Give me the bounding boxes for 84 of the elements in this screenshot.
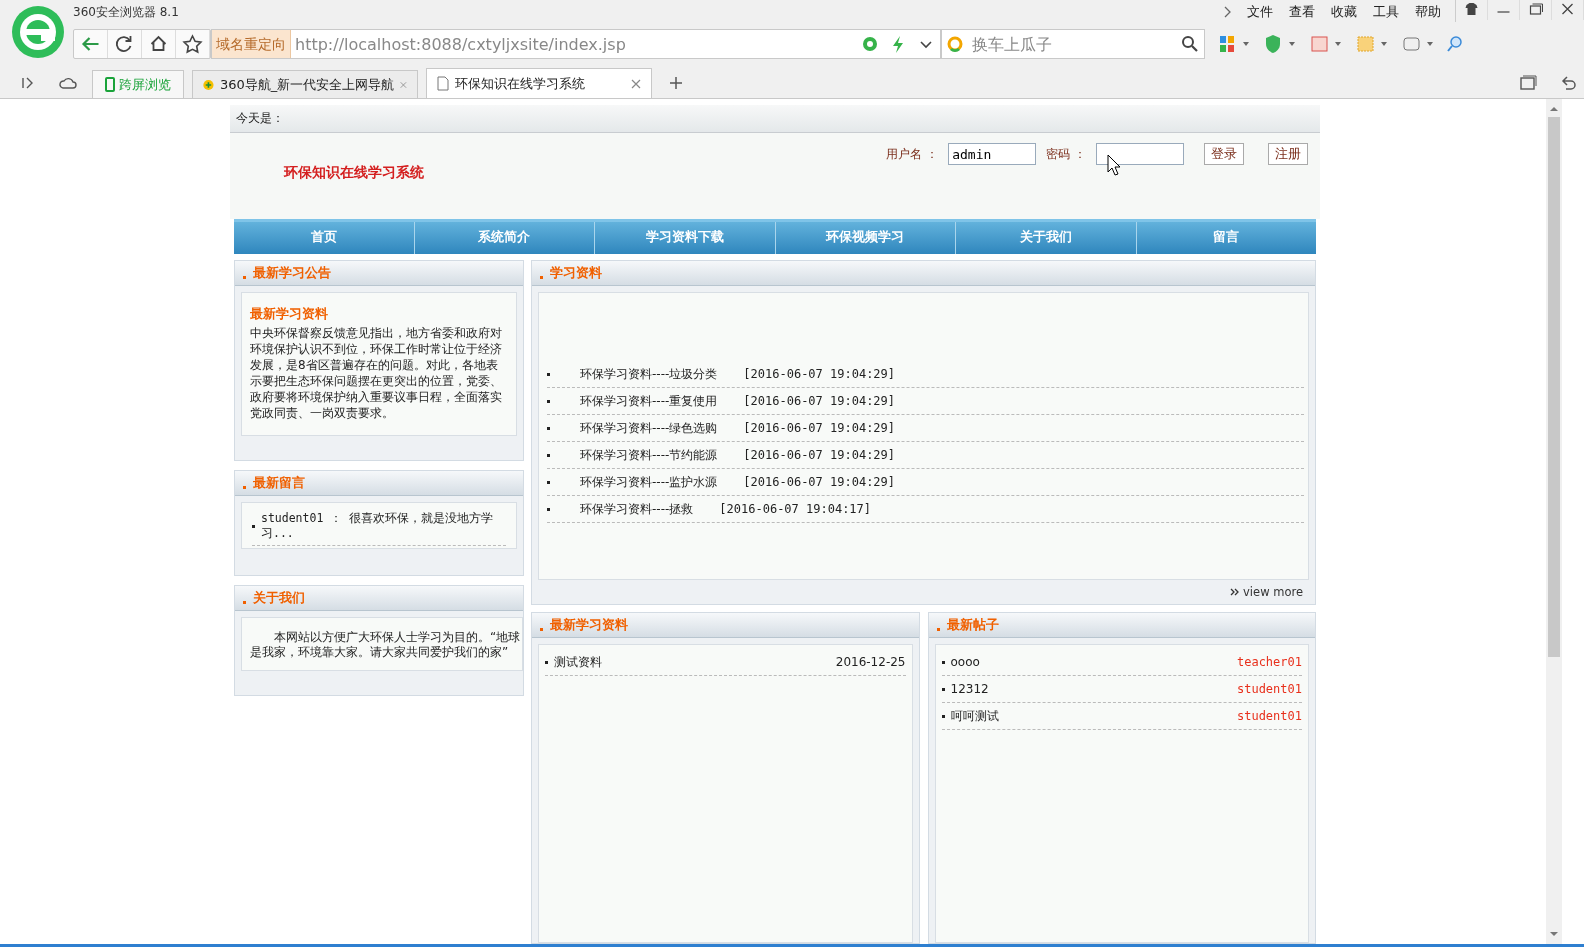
phone-icon xyxy=(105,77,115,92)
search-field[interactable]: 换车上瓜子 xyxy=(941,29,1205,59)
bullet-icon xyxy=(547,480,550,484)
menu-item[interactable]: 收藏 xyxy=(1331,3,1357,21)
notice-text: 中央环保督察反馈意见指出，地方省委和政府对环境保护认识不到位，环保工作时常让位于经济发展，是8省区普遍存在的问题。对此，各地表示要把生态环保问题摆在更突出的位置，党委、政府要将环境保护纳入重要议事日程，全面落实党政同责、一岗双责要求。 xyxy=(250,325,503,421)
bullet-icon xyxy=(547,507,550,511)
bullet-icon xyxy=(545,660,548,664)
tab-label: 360导航_新一代安全上网导航 xyxy=(219,75,395,94)
login-button[interactable]: 注册 xyxy=(1268,143,1308,165)
message-text[interactable]: student01 ： 很喜欢环保，就是没地方学习... xyxy=(261,511,506,541)
login-button[interactable]: 登录 xyxy=(1204,143,1244,165)
panel-title: 最新学习公告 xyxy=(253,264,331,282)
mouse-cursor-icon xyxy=(1107,154,1121,176)
material-time: [2016-06-07 19:04:17] xyxy=(719,502,872,516)
bullet-icon xyxy=(243,600,246,604)
bullet-icon xyxy=(941,714,945,718)
search-icon[interactable] xyxy=(1180,34,1200,54)
scroll-up-icon[interactable] xyxy=(1549,105,1559,113)
password-label: 密码 ： xyxy=(1046,145,1086,163)
double-chevron-icon xyxy=(1230,588,1240,596)
material-link[interactable]: 环保学习资料----监护水源 xyxy=(580,473,718,491)
bullet-icon xyxy=(243,275,246,279)
chevron-right-icon[interactable] xyxy=(1223,6,1231,18)
page-icon xyxy=(437,76,449,91)
menu-item[interactable]: 文件 xyxy=(1247,3,1273,21)
post-link[interactable]: oooo xyxy=(950,655,1231,669)
address-bar[interactable]: 域名重定向 http://localhost:8088/cxtyljxsite/index.jsp xyxy=(211,29,941,59)
bullet-icon xyxy=(540,275,543,279)
material-link[interactable]: 测试资料 xyxy=(554,653,830,671)
search-input[interactable]: 换车上瓜子 xyxy=(970,33,1176,55)
scroll-down-icon[interactable] xyxy=(1549,930,1559,938)
password-field[interactable] xyxy=(1096,143,1184,165)
date-bar: 今天是： xyxy=(230,105,1320,133)
bullet-icon xyxy=(941,660,945,664)
bullet-icon xyxy=(243,485,246,489)
magnifier-icon[interactable] xyxy=(1445,34,1465,54)
material-link[interactable]: 环保学习资料----绿色选购 xyxy=(580,419,718,437)
panel-title: 最新留言 xyxy=(253,474,305,492)
scrollbar[interactable] xyxy=(1546,99,1562,944)
about-text: 本网站以方便广大环保人士学习为目的。“地球是我家，环境靠大家。请大家共同爱护我们的家” xyxy=(250,630,522,660)
post-link[interactable]: 12312 xyxy=(950,682,1231,696)
bullet-icon xyxy=(547,426,550,430)
username-label: 用户名 ： xyxy=(886,145,939,163)
panel-title: 最新帖子 xyxy=(946,616,999,634)
bullet-icon xyxy=(936,627,940,631)
bullet-icon xyxy=(540,627,543,631)
url-text: http://localhost:8088/cxtyljxsite/index.jsp xyxy=(295,34,626,54)
browser-tab[interactable]: 环保知识在线学习系统 xyxy=(426,68,652,98)
redirect-badge: 域名重定向 xyxy=(212,30,291,58)
bullet-icon xyxy=(252,524,255,528)
username-field[interactable]: admin xyxy=(948,143,1037,165)
bullet-icon xyxy=(941,687,945,691)
window-title: 360安全浏览器 8.1 xyxy=(73,3,179,21)
material-link[interactable]: 环保学习资料----垃圾分类 xyxy=(580,365,718,383)
bullet-icon xyxy=(547,372,550,376)
menu-item[interactable]: 查看 xyxy=(1289,3,1315,21)
windows-icon[interactable] xyxy=(1518,73,1538,93)
material-link[interactable]: 环保学习资料----拯救 xyxy=(580,500,694,518)
panel-title: 学习资料 xyxy=(550,264,602,282)
panel-title: 最新学习资料 xyxy=(550,616,628,634)
browser-tab[interactable]: 360导航_新一代安全上网导航 xyxy=(192,70,418,98)
menu-item[interactable]: 帮助 xyxy=(1415,3,1441,21)
post-link[interactable]: 呵呵测试 xyxy=(950,707,1231,725)
material-time: [2016-06-07 19:04:29] xyxy=(743,421,896,435)
material-time: [2016-06-07 19:04:29] xyxy=(743,475,896,489)
post-author: student01 xyxy=(1236,682,1302,696)
browser-logo-icon xyxy=(11,5,65,59)
material-time: [2016-06-07 19:04:29] xyxy=(743,394,896,408)
tab-label: 环保知识在线学习系统 xyxy=(455,74,586,93)
post-author: teacher01 xyxy=(1236,655,1302,669)
close-icon[interactable] xyxy=(631,78,641,89)
menu-item[interactable]: 工具 xyxy=(1373,3,1399,21)
material-link[interactable]: 环保学习资料----节约能源 xyxy=(580,446,718,464)
view-more-link[interactable]: view more xyxy=(1230,585,1303,599)
panel-title: 关于我们 xyxy=(253,589,305,607)
material-link[interactable]: 环保学习资料----重复使用 xyxy=(580,392,718,410)
material-date: 2016-12-25 xyxy=(835,655,906,669)
bullet-icon xyxy=(547,399,550,403)
notice-heading: 最新学习资料 xyxy=(250,305,329,323)
site-title: 环保知识在线学习系统 xyxy=(284,164,424,182)
bullet-icon xyxy=(547,453,550,457)
material-time: [2016-06-07 19:04:29] xyxy=(743,448,896,462)
material-time: [2016-06-07 19:04:29] xyxy=(743,367,896,381)
post-author: student01 xyxy=(1236,709,1302,723)
